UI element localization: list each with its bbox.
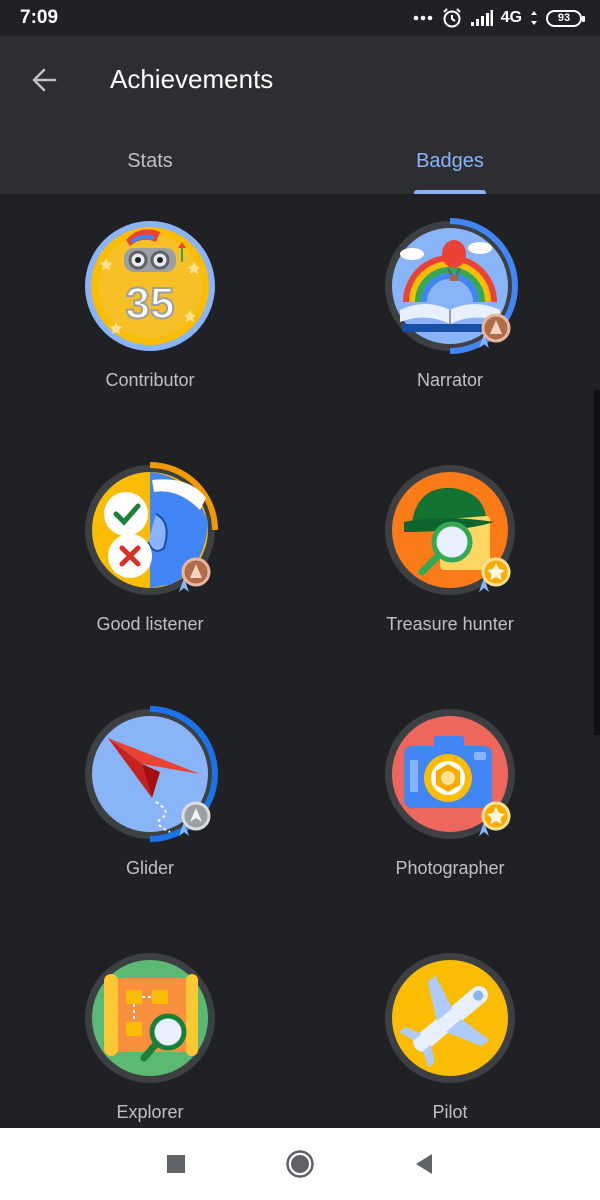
badge-grid[interactable]: 35 Contributor Narrator Good listener Tr… xyxy=(0,194,600,1128)
arrow-back-icon xyxy=(32,68,57,92)
badge-contributor[interactable]: 35 Contributor xyxy=(0,194,300,438)
pilot-badge-icon xyxy=(385,953,515,1083)
treasure-hunter-badge-icon xyxy=(385,465,515,595)
narrator-badge-icon xyxy=(385,218,518,354)
tab-bar: Stats Badges xyxy=(0,128,600,194)
battery-icon: 93 xyxy=(546,9,585,27)
photographer-badge-icon xyxy=(385,709,515,839)
recents-square-icon xyxy=(167,1155,185,1173)
system-back-button[interactable] xyxy=(408,1148,440,1180)
alarm-icon xyxy=(441,7,463,29)
good-listener-badge-icon xyxy=(85,462,218,595)
badge-label: Pilot xyxy=(432,1102,468,1122)
status-bar: 7:09 4G 93 xyxy=(0,0,600,36)
badge-label: Contributor xyxy=(105,370,195,390)
explorer-badge-icon xyxy=(85,953,215,1083)
badge-explorer[interactable]: Explorer xyxy=(0,926,300,1128)
scrollbar[interactable] xyxy=(594,390,600,735)
contributor-badge-icon: 35 xyxy=(85,221,215,351)
badge-label: Glider xyxy=(125,858,174,878)
badge-label: Photographer xyxy=(395,858,505,878)
badge-glider[interactable]: Glider xyxy=(0,682,300,926)
recents-button[interactable] xyxy=(160,1148,192,1180)
network-type: 4G xyxy=(500,9,522,26)
badge-label: Good listener xyxy=(96,614,204,634)
badge-label: Narrator xyxy=(416,370,483,390)
signal-icon xyxy=(470,10,493,26)
tab-stats[interactable]: Stats xyxy=(0,128,300,194)
status-time: 7:09 xyxy=(20,7,59,28)
badge-label: Explorer xyxy=(116,1102,184,1122)
back-triangle-icon xyxy=(416,1154,432,1174)
battery-level: 93 xyxy=(557,12,571,24)
glider-badge-icon xyxy=(85,706,218,842)
back-button[interactable] xyxy=(24,60,64,100)
contributor-level: 35 xyxy=(126,279,175,328)
tab-badges[interactable]: Badges xyxy=(300,128,600,194)
badge-treasure-hunter[interactable]: Treasure hunter xyxy=(300,438,600,682)
badge-pilot[interactable]: Pilot xyxy=(300,926,600,1128)
page-title: Achievements xyxy=(110,64,274,94)
badge-narrator[interactable]: Narrator xyxy=(300,194,600,438)
tab-stats-label: Stats xyxy=(127,149,173,172)
data-arrows-icon xyxy=(530,10,538,26)
badge-label: Treasure hunter xyxy=(386,614,514,634)
tab-badges-label: Badges xyxy=(416,149,484,172)
status-icons: 4G 93 xyxy=(413,7,585,29)
badge-photographer[interactable]: Photographer xyxy=(300,682,600,926)
system-nav-bar xyxy=(0,1128,600,1200)
badge-good-listener[interactable]: Good listener xyxy=(0,438,300,682)
app-bar: Achievements Stats Badges xyxy=(0,36,600,194)
home-button[interactable] xyxy=(284,1148,316,1180)
home-circle-icon xyxy=(286,1150,314,1178)
more-dots-icon xyxy=(413,15,433,21)
